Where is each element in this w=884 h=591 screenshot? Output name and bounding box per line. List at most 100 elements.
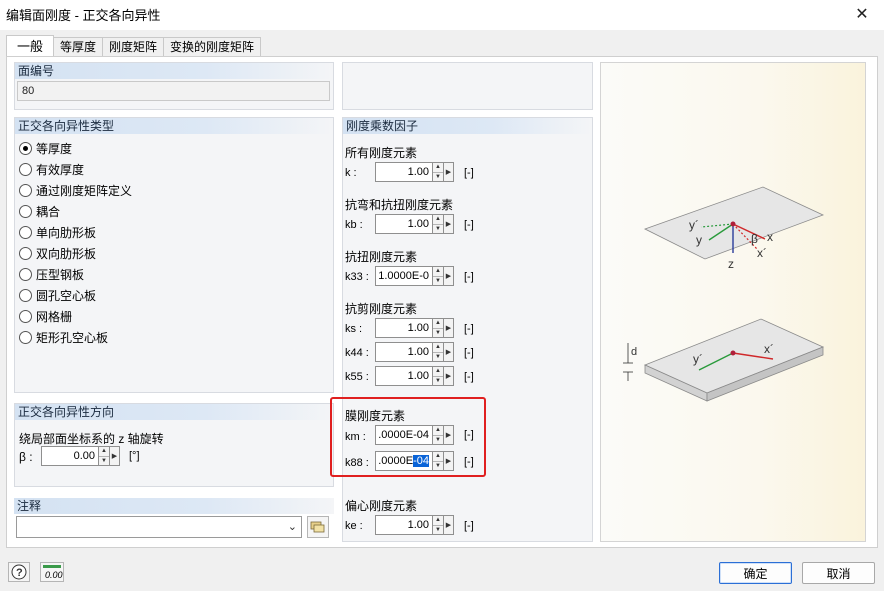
- ke-input[interactable]: 1.00: [375, 515, 433, 535]
- spin-next-icon[interactable]: ▶: [444, 266, 454, 286]
- highlight-box: [330, 397, 486, 477]
- k44-input[interactable]: 1.00: [375, 342, 433, 362]
- eccentric-stiffness-title: 偏心刚度元素: [345, 499, 418, 513]
- surface-diagram: y´ y x x´ z β y´ x´ d: [623, 186, 825, 402]
- spin-next-icon[interactable]: ▶: [444, 342, 454, 362]
- library-icon: [310, 521, 325, 533]
- radio-grillage[interactable]: 网格栅: [19, 307, 72, 325]
- radio-icon: [19, 225, 32, 239]
- close-icon[interactable]: ✕: [848, 2, 876, 26]
- spin-next-icon[interactable]: ▶: [444, 318, 454, 338]
- surface-number-field: 80: [17, 81, 330, 101]
- stiffness-factors-header: 刚度乘数因子: [343, 118, 592, 134]
- radio-icon: [19, 246, 32, 260]
- k-spinner[interactable]: 1.00 ▲ ▼ ▶: [375, 162, 454, 182]
- chevron-down-icon[interactable]: ⌄: [288, 520, 297, 533]
- spin-arrows[interactable]: ▲ ▼: [99, 446, 110, 466]
- spin-next-icon[interactable]: ▶: [444, 214, 454, 234]
- radio-label: 等厚度: [36, 141, 73, 156]
- thickness-label: d: [631, 346, 637, 358]
- tab-transformed-stiffness-matrix[interactable]: 变换的刚度矩阵: [163, 37, 262, 56]
- spin-arrows[interactable]: ▲ ▼: [433, 366, 444, 386]
- k33-spinner[interactable]: 1.0000E-0 ▲ ▼ ▶: [375, 266, 454, 286]
- surface-number-header: 面编号: [15, 63, 333, 79]
- tab-constant-thickness[interactable]: 等厚度: [53, 37, 104, 56]
- k55-spinner[interactable]: 1.00 ▲ ▼ ▶: [375, 366, 454, 386]
- tab-stiffness-matrix[interactable]: 刚度矩阵: [102, 37, 165, 56]
- spin-arrows[interactable]: ▲ ▼: [433, 515, 444, 535]
- k-input[interactable]: 1.00: [375, 162, 433, 182]
- radio-rectangular-hollow-slab[interactable]: 矩形孔空心板: [19, 328, 108, 346]
- k55-label: k55 :: [345, 371, 369, 383]
- rotation-label: 绕局部面坐标系的 z 轴旋转: [19, 432, 164, 446]
- radio-trapezoidal-sheet[interactable]: 压型钢板: [19, 265, 84, 283]
- beta-spinner[interactable]: 0.00 ▲ ▼ ▶: [41, 446, 120, 466]
- radio-bidirectional-ribbed[interactable]: 双向肋形板: [19, 244, 96, 262]
- z-label: z: [728, 257, 734, 271]
- radio-label: 通过刚度矩阵定义: [36, 183, 133, 198]
- k33-unit: [-]: [464, 271, 474, 283]
- origin-point: [730, 221, 736, 227]
- k33-input[interactable]: 1.0000E-0: [375, 266, 433, 286]
- spin-next-icon[interactable]: ▶: [444, 162, 454, 182]
- beta-label: β :: [19, 450, 33, 464]
- spin-next-icon[interactable]: ▶: [110, 446, 120, 466]
- spin-next-icon[interactable]: ▶: [444, 515, 454, 535]
- radio-unidirectional-ribbed[interactable]: 单向肋形板: [19, 223, 96, 241]
- radio-effective-thickness[interactable]: 有效厚度: [19, 160, 84, 178]
- kb-spinner[interactable]: 1.00 ▲ ▼ ▶: [375, 214, 454, 234]
- radio-constant-thickness[interactable]: 等厚度: [19, 139, 72, 157]
- stiffness-factors-group: 刚度乘数因子 所有刚度元素 k : 1.00 ▲ ▼ ▶ [-] 抗弯和抗扭刚度元…: [342, 117, 593, 542]
- radio-defined-by-matrix[interactable]: 通过刚度矩阵定义: [19, 181, 132, 199]
- origin-point-2: [730, 350, 736, 356]
- ke-label: ke :: [345, 520, 363, 532]
- radio-coupling[interactable]: 耦合: [19, 202, 60, 220]
- spin-arrows[interactable]: ▲ ▼: [433, 162, 444, 182]
- spin-arrows[interactable]: ▲ ▼: [433, 342, 444, 362]
- radio-icon: [19, 183, 32, 197]
- x-label: x: [767, 230, 773, 244]
- ke-unit: [-]: [464, 520, 474, 532]
- comment-library-button[interactable]: [307, 516, 329, 538]
- decimal-places-text: 0.00: [45, 570, 63, 580]
- radio-icon: [19, 288, 32, 302]
- k33-label: k33 :: [345, 271, 369, 283]
- radio-icon: [19, 267, 32, 281]
- k44-spinner[interactable]: 1.00 ▲ ▼ ▶: [375, 342, 454, 362]
- ks-label: ks :: [345, 323, 363, 335]
- spin-arrows[interactable]: ▲ ▼: [433, 214, 444, 234]
- tab-general[interactable]: 一般: [6, 35, 55, 57]
- comment-header: 注释: [14, 498, 334, 514]
- cancel-button[interactable]: 取消: [802, 562, 875, 584]
- ks-input[interactable]: 1.00: [375, 318, 433, 338]
- kb-label: kb :: [345, 219, 363, 231]
- k-unit: [-]: [464, 167, 474, 179]
- y-prime-label: y´: [689, 218, 699, 232]
- radio-label: 双向肋形板: [36, 246, 97, 261]
- preview-illustration: y´ y x x´ z β y´ x´ d: [600, 62, 866, 542]
- tab-bar: 一般 等厚度 刚度矩阵 变换的刚度矩阵: [6, 35, 262, 57]
- radio-icon: [19, 330, 32, 344]
- ks-unit: [-]: [464, 323, 474, 335]
- spin-arrows[interactable]: ▲ ▼: [433, 266, 444, 286]
- bending-stiffness-title: 抗弯和抗扭刚度元素: [345, 198, 454, 212]
- help-button[interactable]: ?: [8, 562, 30, 582]
- orthotropy-direction-header: 正交各向异性方向: [15, 404, 333, 420]
- comment-combo[interactable]: ⌄: [16, 516, 302, 538]
- beta-input[interactable]: 0.00: [41, 446, 99, 466]
- spin-arrows[interactable]: ▲ ▼: [433, 318, 444, 338]
- k55-input[interactable]: 1.00: [375, 366, 433, 386]
- orthotropy-type-group: 正交各向异性类型 等厚度 有效厚度 通过刚度矩阵定义 耦合 单向肋形板 双向肋形…: [14, 117, 334, 393]
- radio-icon: [19, 204, 32, 218]
- radio-checked-icon: [19, 141, 32, 155]
- ks-spinner[interactable]: 1.00 ▲ ▼ ▶: [375, 318, 454, 338]
- y-prime-label-2: y´: [693, 352, 703, 366]
- spin-next-icon[interactable]: ▶: [444, 366, 454, 386]
- k-label: k :: [345, 167, 357, 179]
- kb-input[interactable]: 1.00: [375, 214, 433, 234]
- radio-hollow-core-slab[interactable]: 圆孔空心板: [19, 286, 96, 304]
- ok-button[interactable]: 确定: [719, 562, 792, 584]
- window-title: 编辑面刚度 - 正交各向异性: [6, 8, 161, 23]
- ke-spinner[interactable]: 1.00 ▲ ▼ ▶: [375, 515, 454, 535]
- orthotropy-type-header: 正交各向异性类型: [15, 118, 333, 134]
